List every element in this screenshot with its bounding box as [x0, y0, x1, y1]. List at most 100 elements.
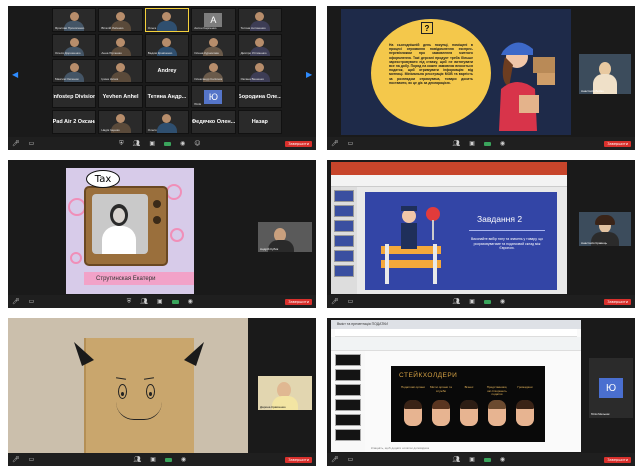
end-meeting-button[interactable]: Завершити	[604, 456, 631, 463]
participant-video[interactable]: Анастасія Кравець	[579, 212, 631, 246]
participant-tile[interactable]: Тетяна Андр...	[144, 84, 190, 109]
record-icon[interactable]: ◉	[188, 298, 193, 305]
memoji-avatar	[488, 400, 506, 426]
microphone-icon[interactable]: 🎤︎	[12, 140, 20, 147]
participant-tile[interactable]: Олександр Колісник	[191, 59, 236, 83]
microphone-icon[interactable]: 🎤︎	[12, 298, 20, 305]
participant-tile[interactable]: Надія Іщенко	[98, 110, 143, 134]
record-icon[interactable]: ◉	[180, 140, 185, 147]
chat-icon[interactable]: ▣	[149, 140, 155, 147]
end-meeting-button[interactable]: Завершити	[285, 140, 312, 147]
previous-page-arrow-icon[interactable]: ◀	[12, 70, 18, 80]
participant-tile[interactable]: Федячко Олен...	[191, 110, 236, 134]
chat-icon[interactable]: ▣	[469, 140, 475, 147]
participant-tile[interactable]: A Антон Карпенко	[191, 8, 236, 32]
participants-icon[interactable]: 👥︎	[134, 456, 142, 463]
speaker-notes[interactable]: Клацніть, щоб додати нотатки доповідача	[371, 446, 429, 450]
participant-video[interactable]: Анастасія Бойко	[579, 54, 631, 94]
record-icon[interactable]: ◉	[500, 298, 505, 305]
participant-tile[interactable]: Ольга	[144, 8, 190, 32]
video-icon[interactable]: ▭	[29, 456, 35, 463]
chat-icon[interactable]: ▣	[150, 456, 156, 463]
ribbon-tabs[interactable]	[331, 162, 567, 175]
share-screen-button[interactable]	[164, 457, 172, 462]
chat-icon[interactable]: ▣	[157, 298, 163, 305]
participant-tile[interactable]: Дмитро Устименко	[237, 33, 282, 58]
participants-icon[interactable]: 👥︎	[140, 298, 148, 305]
participant-tile[interactable]: Анна Юрченко	[98, 33, 143, 58]
participant-video[interactable]: Андрій Кубик	[258, 222, 312, 252]
participants-icon[interactable]: 👥︎	[133, 140, 141, 147]
microphone-icon[interactable]: 🎤︎	[331, 456, 339, 463]
participant-tile[interactable]: Yevhen Anhel	[98, 84, 143, 109]
participant-tile[interactable]: Тетяна Антоненко	[237, 8, 282, 32]
participant-tile[interactable]: Олеся Дорошенко	[52, 33, 97, 58]
participant-tile[interactable]: Ярослав Прокопенко	[52, 8, 97, 32]
participant-tile[interactable]: Віталій Лисенко	[98, 8, 143, 32]
reactions-icon[interactable]: ☺	[194, 140, 200, 147]
share-screen-button[interactable]	[483, 299, 491, 304]
microphone-icon[interactable]: 🎤︎	[331, 298, 339, 305]
right-ear-icon	[184, 342, 204, 366]
slide-thumbnail[interactable]	[335, 384, 361, 396]
participant-tile[interactable]: Максим Оксенюк	[52, 59, 97, 83]
end-meeting-button[interactable]: Завершити	[604, 140, 631, 147]
participant-video[interactable]: Дарина Кравченко	[258, 376, 312, 410]
slide-thumbnail[interactable]	[334, 235, 354, 247]
slide-thumbnail[interactable]	[334, 205, 354, 217]
video-icon[interactable]: ▭	[348, 140, 354, 147]
slides-menu-toolbar[interactable]	[331, 337, 581, 351]
security-icon[interactable]: ⛨	[127, 298, 132, 305]
participants-icon[interactable]: 👥︎	[453, 298, 461, 305]
slide-thumbnail[interactable]	[335, 369, 361, 381]
video-icon[interactable]: ▭	[29, 298, 35, 305]
participant-tile[interactable]: Infostep Division	[52, 84, 97, 109]
share-screen-button[interactable]	[483, 457, 491, 462]
participant-tile[interactable]: Оксана Вешенко	[237, 59, 282, 83]
slide-thumbnail[interactable]	[335, 414, 361, 426]
video-icon[interactable]: ▭	[29, 140, 35, 147]
ribbon-toolbar[interactable]	[331, 175, 567, 187]
participant-tile[interactable]: Andrey	[144, 59, 190, 83]
participant-tile[interactable]: Ю Юлія Мельник	[589, 358, 633, 418]
next-page-arrow-icon[interactable]: ▶	[306, 70, 312, 80]
browser-tab-title[interactable]: Вміст та презентація ПОДАТКИ	[337, 322, 388, 326]
security-icon[interactable]: ⛨	[119, 140, 124, 147]
slide-thumbnail[interactable]	[335, 429, 361, 441]
slide-thumbnail[interactable]	[334, 220, 354, 232]
slide-thumbnail[interactable]	[334, 190, 354, 202]
slide-thumbnail[interactable]	[335, 354, 361, 366]
participant-tile[interactable]: Олеся	[144, 110, 190, 134]
participant-tile[interactable]: Вадим Кравченко	[144, 33, 190, 58]
microphone-icon[interactable]: 🎤︎	[331, 140, 339, 147]
record-icon[interactable]: ◉	[181, 456, 186, 463]
record-icon[interactable]: ◉	[500, 456, 505, 463]
participant-tile[interactable]: Ю Юлія	[191, 84, 236, 109]
video-icon[interactable]: ▭	[348, 298, 354, 305]
participant-tile[interactable]: Ірина Ничка	[98, 59, 143, 83]
slide-thumbnail[interactable]	[334, 265, 354, 277]
participants-icon[interactable]: 👥︎	[453, 140, 461, 147]
participant-tile[interactable]: Бородина Оле...	[237, 84, 282, 109]
chat-icon[interactable]: ▣	[469, 456, 475, 463]
browser-tab-bar[interactable]: Вміст та презентація ПОДАТКИ	[331, 320, 581, 329]
chat-icon[interactable]: ▣	[469, 298, 475, 305]
end-meeting-button[interactable]: Завершити	[285, 456, 312, 463]
record-icon[interactable]: ◉	[500, 140, 505, 147]
participant-tile[interactable]: iPad Air 2 Оксана	[52, 110, 97, 134]
share-screen-button[interactable]	[483, 141, 491, 146]
end-meeting-button[interactable]: Завершити	[604, 298, 631, 305]
slide-thumbnail[interactable]	[334, 250, 354, 262]
participant-tile[interactable]: Олена Курносова	[191, 33, 236, 58]
end-meeting-button[interactable]: Завершити	[285, 298, 312, 305]
slide-thumbnail[interactable]	[335, 399, 361, 411]
share-screen-button[interactable]	[171, 299, 179, 304]
slide-filmstrip	[331, 351, 365, 452]
participants-icon[interactable]: 👥︎	[453, 456, 461, 463]
microphone-icon[interactable]: 🎤︎	[12, 456, 20, 463]
participant-tile[interactable]: Назар	[237, 110, 282, 134]
video-icon[interactable]: ▭	[348, 456, 354, 463]
address-bar[interactable]	[335, 329, 577, 337]
left-ear-icon	[74, 342, 94, 366]
share-screen-button[interactable]	[163, 141, 171, 146]
